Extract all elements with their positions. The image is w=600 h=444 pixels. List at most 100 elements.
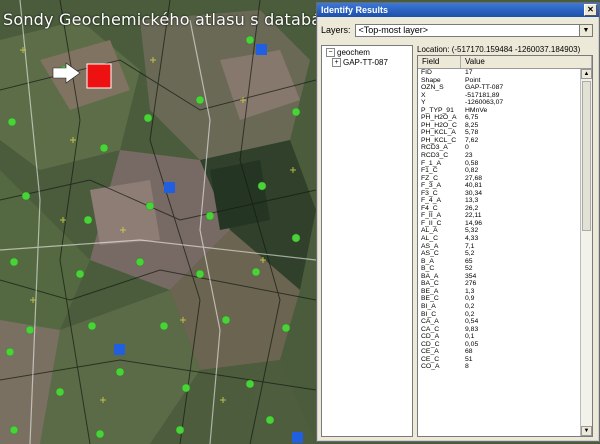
table-row[interactable]: X -517181,89	[418, 92, 580, 100]
column-header-value[interactable]: Value	[461, 56, 592, 68]
scroll-up-icon[interactable]: ▲	[581, 69, 592, 79]
table-row[interactable]: BI_C 0,2	[418, 311, 580, 319]
row-value: 0,54	[465, 318, 479, 326]
row-value: GAP-TT-087	[465, 84, 504, 92]
table-row[interactable]: B_C 52	[418, 265, 580, 273]
table-row[interactable]: F1_C 0,82	[418, 167, 580, 175]
table-row[interactable]: FID 17	[418, 69, 580, 77]
row-field: Y	[421, 99, 426, 107]
row-value: 354	[465, 272, 477, 280]
layers-label: Layers:	[321, 25, 351, 35]
attribute-table[interactable]: Field Value FID 17 Shape Point OZN_S GAP-TT-0…	[417, 55, 593, 437]
row-field: CA_C	[421, 325, 440, 333]
table-row[interactable]: B_A 65	[418, 258, 580, 266]
table-row[interactable]: F_1_A 0,58	[418, 160, 580, 168]
row-field: FID	[421, 69, 432, 76]
results-tree[interactable]: − geochem + GAP-TT-087	[321, 45, 413, 437]
table-row[interactable]: F3_C 30,34	[418, 190, 580, 198]
table-row[interactable]: F_4_A 13,3	[418, 197, 580, 205]
table-row[interactable]: F_II_A 22,11	[418, 212, 580, 220]
close-icon[interactable]: ✕	[584, 4, 597, 16]
map-point	[281, 323, 291, 333]
map-point	[195, 269, 205, 279]
map-point	[25, 325, 35, 335]
table-row[interactable]: F_II_C 14,96	[418, 220, 580, 228]
map-point	[291, 233, 301, 243]
table-row[interactable]: RCD3_A 0	[418, 144, 580, 152]
row-value: 52	[465, 265, 473, 273]
map-point	[7, 117, 17, 127]
vertical-scrollbar[interactable]: ▲ ▼	[580, 69, 592, 436]
location-readout: Location: (-517170.159484 -1260037.18490…	[417, 45, 581, 54]
tree-node-feature-label: GAP-TT-087	[343, 58, 388, 67]
map-point	[205, 211, 215, 221]
table-row[interactable]: AL_C 4,33	[418, 235, 580, 243]
table-row[interactable]: CD_A 0,1	[418, 333, 580, 341]
table-row[interactable]: Y -1260063,07	[418, 99, 580, 107]
row-field: RCD3_C	[421, 152, 449, 160]
table-body: FID 17 Shape Point OZN_S GAP-TT-087 X -517181,8…	[418, 69, 580, 436]
map-point	[9, 425, 19, 435]
map-point	[115, 367, 125, 377]
row-field: BE_A	[421, 287, 439, 295]
table-row[interactable]: F_3_A 40,81	[418, 182, 580, 190]
row-value: 4,33	[465, 235, 479, 243]
table-row[interactable]: CE_C 51	[418, 356, 580, 364]
table-row[interactable]: AL_A 5,32	[418, 227, 580, 235]
table-row[interactable]: CA_A 0,54	[418, 318, 580, 326]
table-row[interactable]: CA_C 9,83	[418, 326, 580, 334]
table-row[interactable]: BI_A 0,2	[418, 303, 580, 311]
table-row[interactable]: PH_KCL_A 5,78	[418, 129, 580, 137]
column-header-field[interactable]: Field	[418, 56, 461, 68]
row-field: CA_A	[421, 318, 439, 326]
row-value: 27,68	[465, 174, 483, 182]
layers-select[interactable]: <Top-most layer> ▼	[354, 23, 593, 37]
tree-node-feature[interactable]: + GAP-TT-087	[332, 58, 388, 68]
scroll-down-icon[interactable]: ▼	[581, 426, 592, 436]
row-field: B_C	[421, 265, 435, 273]
table-row[interactable]: AS_A 7,1	[418, 243, 580, 251]
map-point-selected	[114, 344, 125, 355]
table-row[interactable]: FZ_C 27,68	[418, 175, 580, 183]
row-value: HMnVe	[465, 106, 488, 114]
map-point	[9, 257, 19, 267]
row-field: OZN_S	[421, 84, 444, 92]
row-value: 276	[465, 280, 477, 288]
row-field: X	[421, 91, 426, 99]
row-value: 30,34	[465, 189, 483, 197]
table-row[interactable]: Shape Point	[418, 77, 580, 85]
scroll-thumb[interactable]	[582, 81, 591, 231]
table-row[interactable]: BE_A 1,3	[418, 288, 580, 296]
map-point	[251, 267, 261, 277]
identify-results-window[interactable]: Identify Results ✕ Layers: <Top-most lay…	[316, 2, 600, 442]
table-row[interactable]: PH_H2O_A 6,75	[418, 114, 580, 122]
tree-node-layer[interactable]: − geochem	[326, 48, 370, 58]
window-titlebar[interactable]: Identify Results ✕	[317, 3, 599, 17]
table-row[interactable]: PH_H2O_C 8,25	[418, 122, 580, 130]
collapse-icon[interactable]: −	[326, 48, 335, 58]
row-value: 5,2	[465, 250, 475, 258]
row-value: 5,78	[465, 129, 479, 137]
chevron-down-icon[interactable]: ▼	[579, 24, 592, 36]
table-row[interactable]: CD_C 0,05	[418, 341, 580, 349]
row-field: BI_C	[421, 310, 437, 318]
table-row[interactable]: CE_A 68	[418, 348, 580, 356]
table-row[interactable]: BE_C 0,9	[418, 295, 580, 303]
row-value: 0,58	[465, 159, 479, 167]
row-field: AS_C	[421, 250, 439, 258]
row-field: F_3_A	[421, 182, 442, 190]
table-row[interactable]: PH_KCL_C 7,62	[418, 137, 580, 145]
expand-icon[interactable]: +	[332, 58, 341, 68]
row-value: 17	[465, 69, 473, 76]
table-row[interactable]: AS_C 5,2	[418, 250, 580, 258]
row-field: CD_C	[421, 340, 440, 348]
row-field: F_II_A	[421, 212, 442, 220]
table-row[interactable]: BA_A 354	[418, 273, 580, 281]
table-row[interactable]: F4_C 26,2	[418, 205, 580, 213]
table-row[interactable]: CO_A 8	[418, 363, 580, 371]
map-point	[181, 383, 191, 393]
table-row[interactable]: BA_C 276	[418, 280, 580, 288]
table-row[interactable]: RCD3_C 23	[418, 152, 580, 160]
table-row[interactable]: P_TYP_91 HMnVe	[418, 107, 580, 115]
table-row[interactable]: OZN_S GAP-TT-087	[418, 84, 580, 92]
